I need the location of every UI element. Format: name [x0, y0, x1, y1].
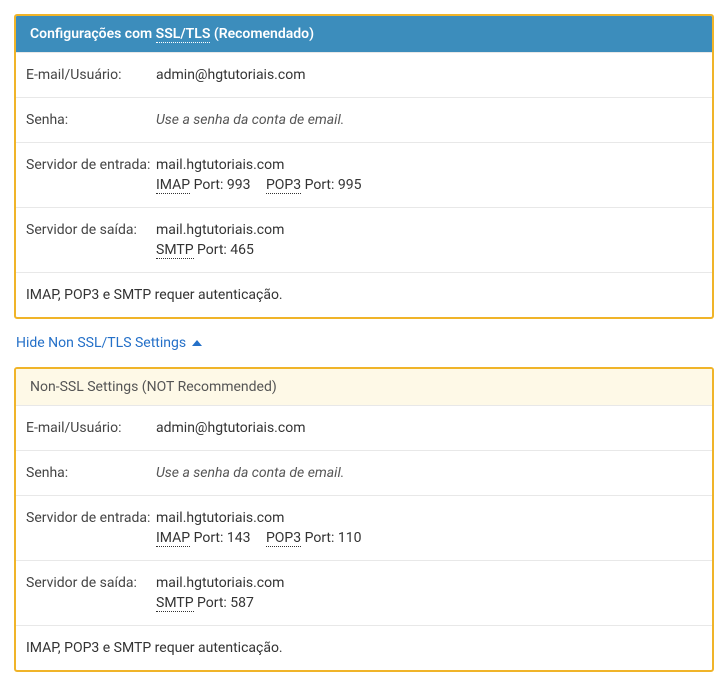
incoming-label: Servidor de entrada:: [26, 510, 156, 526]
outgoing-server: mail.hgtutoriais.com: [156, 222, 702, 238]
outgoing-server: mail.hgtutoriais.com: [156, 575, 702, 591]
email-value: admin@hgtutoriais.com: [156, 420, 702, 436]
ssl-header-protocol: SSL/TLS: [156, 26, 211, 43]
password-label: Senha:: [26, 465, 156, 481]
incoming-server: mail.hgtutoriais.com: [156, 510, 702, 526]
pop3-port: 110: [338, 530, 362, 546]
password-value: Use a senha da conta de email.: [156, 465, 344, 481]
imap-port: 993: [227, 177, 251, 193]
nonssl-settings-panel: Non-SSL Settings (NOT Recommended) E-mai…: [14, 367, 714, 672]
outgoing-ports: SMTP Port: 587: [156, 595, 702, 611]
imap-protocol: IMAP: [156, 177, 190, 194]
smtp-port-label: Port:: [194, 242, 231, 258]
incoming-ports: IMAP Port: 143 POP3 Port: 110: [156, 530, 702, 546]
ssl-outgoing-row: Servidor de saída: mail.hgtutoriais.com …: [16, 207, 712, 272]
nonssl-password-row: Senha: Use a senha da conta de email.: [16, 450, 712, 495]
smtp-port: 587: [230, 595, 254, 611]
ssl-header-prefix: Configurações com: [30, 26, 156, 42]
ssl-settings-panel: Configurações com SSL/TLS (Recomendado) …: [14, 14, 714, 319]
password-value: Use a senha da conta de email.: [156, 112, 344, 128]
ssl-header-suffix: (Recomendado): [210, 26, 314, 42]
ssl-auth-note: IMAP, POP3 e SMTP requer autenticação.: [16, 272, 712, 317]
pop3-protocol: POP3: [266, 530, 301, 547]
nonssl-email-row: E-mail/Usuário: admin@hgtutoriais.com: [16, 405, 712, 450]
smtp-protocol: SMTP: [156, 595, 194, 612]
nonssl-outgoing-row: Servidor de saída: mail.hgtutoriais.com …: [16, 560, 712, 625]
smtp-port-label: Port:: [194, 595, 231, 611]
ssl-email-row: E-mail/Usuário: admin@hgtutoriais.com: [16, 52, 712, 97]
incoming-server: mail.hgtutoriais.com: [156, 157, 702, 173]
pop3-protocol: POP3: [266, 177, 301, 194]
outgoing-label: Servidor de saída:: [26, 575, 156, 591]
password-label: Senha:: [26, 112, 156, 128]
ssl-password-row: Senha: Use a senha da conta de email.: [16, 97, 712, 142]
pop3-port: 995: [338, 177, 362, 193]
outgoing-label: Servidor de saída:: [26, 222, 156, 238]
toggle-label: Hide Non SSL/TLS Settings: [16, 335, 186, 351]
incoming-label: Servidor de entrada:: [26, 157, 156, 173]
imap-port: 143: [227, 530, 251, 546]
nonssl-incoming-row: Servidor de entrada: mail.hgtutoriais.co…: [16, 495, 712, 560]
incoming-ports: IMAP Port: 993 POP3 Port: 995: [156, 177, 702, 193]
email-label: E-mail/Usuário:: [26, 67, 156, 83]
ssl-panel-header: Configurações com SSL/TLS (Recomendado): [16, 16, 712, 52]
imap-protocol: IMAP: [156, 530, 190, 547]
toggle-nonssl-link[interactable]: Hide Non SSL/TLS Settings: [14, 319, 204, 367]
ssl-incoming-row: Servidor de entrada: mail.hgtutoriais.co…: [16, 142, 712, 207]
outgoing-ports: SMTP Port: 465: [156, 242, 702, 258]
imap-port-label: Port:: [190, 530, 227, 546]
smtp-port: 465: [230, 242, 254, 258]
imap-port-label: Port:: [190, 177, 227, 193]
pop3-port-label: Port:: [301, 177, 338, 193]
pop3-port-label: Port:: [301, 530, 338, 546]
chevron-up-icon: [192, 340, 202, 346]
smtp-protocol: SMTP: [156, 242, 194, 259]
email-value: admin@hgtutoriais.com: [156, 67, 702, 83]
nonssl-panel-header: Non-SSL Settings (NOT Recommended): [16, 369, 712, 405]
email-label: E-mail/Usuário:: [26, 420, 156, 436]
